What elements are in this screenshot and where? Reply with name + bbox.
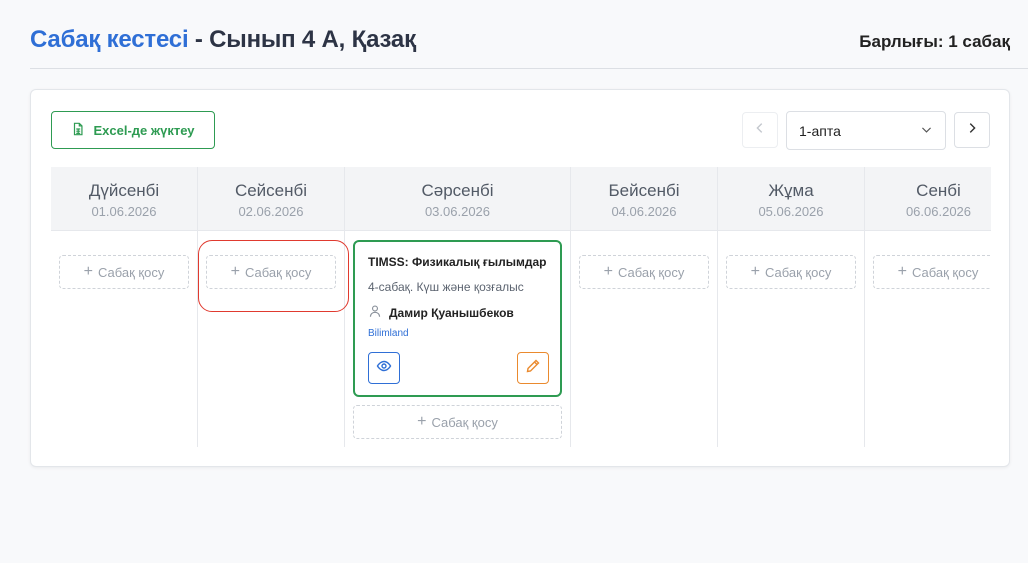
add-lesson-button[interactable]: + Сабақ қосу	[59, 255, 189, 289]
day-column-saturday: Сенбі 06.06.2026 + Сабақ қосу	[865, 167, 991, 447]
plus-icon: +	[603, 263, 613, 280]
day-date: 06.06.2026	[905, 204, 972, 219]
page-title: Сабақ кестесі - Сынып 4 А, Қазақ	[30, 26, 416, 54]
add-lesson-label: Сабақ қосу	[764, 264, 832, 280]
day-header: Бейсенбі 04.06.2026	[571, 167, 717, 231]
edit-lesson-button[interactable]	[517, 352, 549, 384]
week-grid: Дүйсенбі 01.06.2026 + Сабақ қосу Сейсенб…	[51, 167, 991, 447]
day-name: Сәрсенбі	[421, 181, 494, 200]
lesson-platform: Bilimland	[368, 328, 409, 339]
pencil-icon	[525, 358, 541, 379]
add-lesson-label: Сабақ қосу	[244, 264, 312, 280]
day-date: 01.06.2026	[91, 204, 157, 219]
day-column-thursday: Бейсенбі 04.06.2026 + Сабақ қосу	[571, 167, 718, 447]
eye-icon	[376, 358, 392, 379]
add-lesson-label: Сабақ қосу	[97, 264, 165, 280]
day-column-monday: Дүйсенбі 01.06.2026 + Сабақ қосу	[51, 167, 198, 447]
add-lesson-button[interactable]: + Сабақ қосу	[206, 255, 336, 289]
lesson-teacher: Дамир Қуанышбеков	[368, 304, 514, 321]
lesson-card[interactable]: TIMSS: Физикалық ғылымдар 4-сабақ. Күш ж…	[353, 240, 562, 397]
day-date: 04.06.2026	[611, 204, 677, 219]
excel-download-label: Excel-де жүктеу	[93, 122, 195, 138]
day-header: Сәрсенбі 03.06.2026	[345, 167, 570, 231]
day-date: 03.06.2026	[424, 204, 491, 219]
day-column-tuesday: Сейсенбі 02.06.2026 + Сабақ қосу	[198, 167, 345, 447]
plus-icon: +	[230, 263, 240, 280]
add-lesson-button[interactable]: + Сабақ қосу	[353, 405, 562, 439]
user-icon	[368, 304, 382, 321]
lesson-topic: 4-сабақ. Күш және қозғалыс	[368, 280, 524, 294]
chevron-right-icon	[965, 121, 979, 140]
page-header: Сабақ кестесі - Сынып 4 А, Қазақ Барлығы…	[30, 22, 1028, 69]
day-name: Сенбі	[916, 181, 961, 200]
next-week-button[interactable]	[954, 112, 990, 148]
view-lesson-button[interactable]	[368, 352, 400, 384]
teacher-name: Дамир Қуанышбеков	[389, 305, 514, 320]
day-header: Жұма 05.06.2026	[718, 167, 864, 231]
chevron-down-icon	[920, 123, 933, 139]
spreadsheet-icon	[71, 122, 85, 139]
day-date: 02.06.2026	[238, 204, 304, 219]
page-title-class: - Сынып 4 А, Қазақ	[188, 26, 416, 53]
day-column-wednesday: Сәрсенбі 03.06.2026 TIMSS: Физикалық ғыл…	[345, 167, 571, 447]
day-header: Сейсенбі 02.06.2026	[198, 167, 344, 231]
day-header: Дүйсенбі 01.06.2026	[51, 167, 197, 231]
prev-week-button[interactable]	[742, 112, 778, 148]
add-lesson-label: Сабақ қосу	[617, 264, 685, 280]
day-date: 05.06.2026	[758, 204, 824, 219]
plus-icon: +	[417, 413, 427, 430]
day-name: Дүйсенбі	[88, 181, 160, 200]
day-name: Бейсенбі	[608, 181, 680, 200]
plus-icon: +	[750, 263, 760, 280]
week-select-value: 1-апта	[799, 122, 841, 139]
lesson-title: TIMSS: Физикалық ғылымдар	[368, 255, 547, 269]
day-name: Сейсенбі	[234, 181, 308, 200]
week-select[interactable]: 1-апта	[786, 111, 946, 150]
add-lesson-label: Сабақ қосу	[431, 414, 498, 430]
page-title-accent: Сабақ кестесі	[30, 26, 189, 53]
day-header: Сенбі 06.06.2026	[865, 167, 991, 231]
add-lesson-button[interactable]: + Сабақ қосу	[579, 255, 709, 289]
chevron-left-icon	[753, 121, 767, 140]
add-lesson-label: Сабақ қосу	[911, 264, 979, 280]
lesson-total-count: Барлығы: 1 сабақ	[859, 32, 1010, 51]
add-lesson-button[interactable]: + Сабақ қосу	[726, 255, 856, 289]
plus-icon: +	[83, 263, 93, 280]
schedule-card: Excel-де жүктеу 1-апта Дүйсенбі 01.06.20…	[30, 89, 1010, 467]
excel-download-button[interactable]: Excel-де жүктеу	[51, 111, 215, 149]
day-name: Жұма	[768, 181, 814, 200]
plus-icon: +	[897, 263, 907, 280]
add-lesson-button[interactable]: + Сабақ қосу	[873, 255, 991, 289]
day-column-friday: Жұма 05.06.2026 + Сабақ қосу	[718, 167, 865, 447]
